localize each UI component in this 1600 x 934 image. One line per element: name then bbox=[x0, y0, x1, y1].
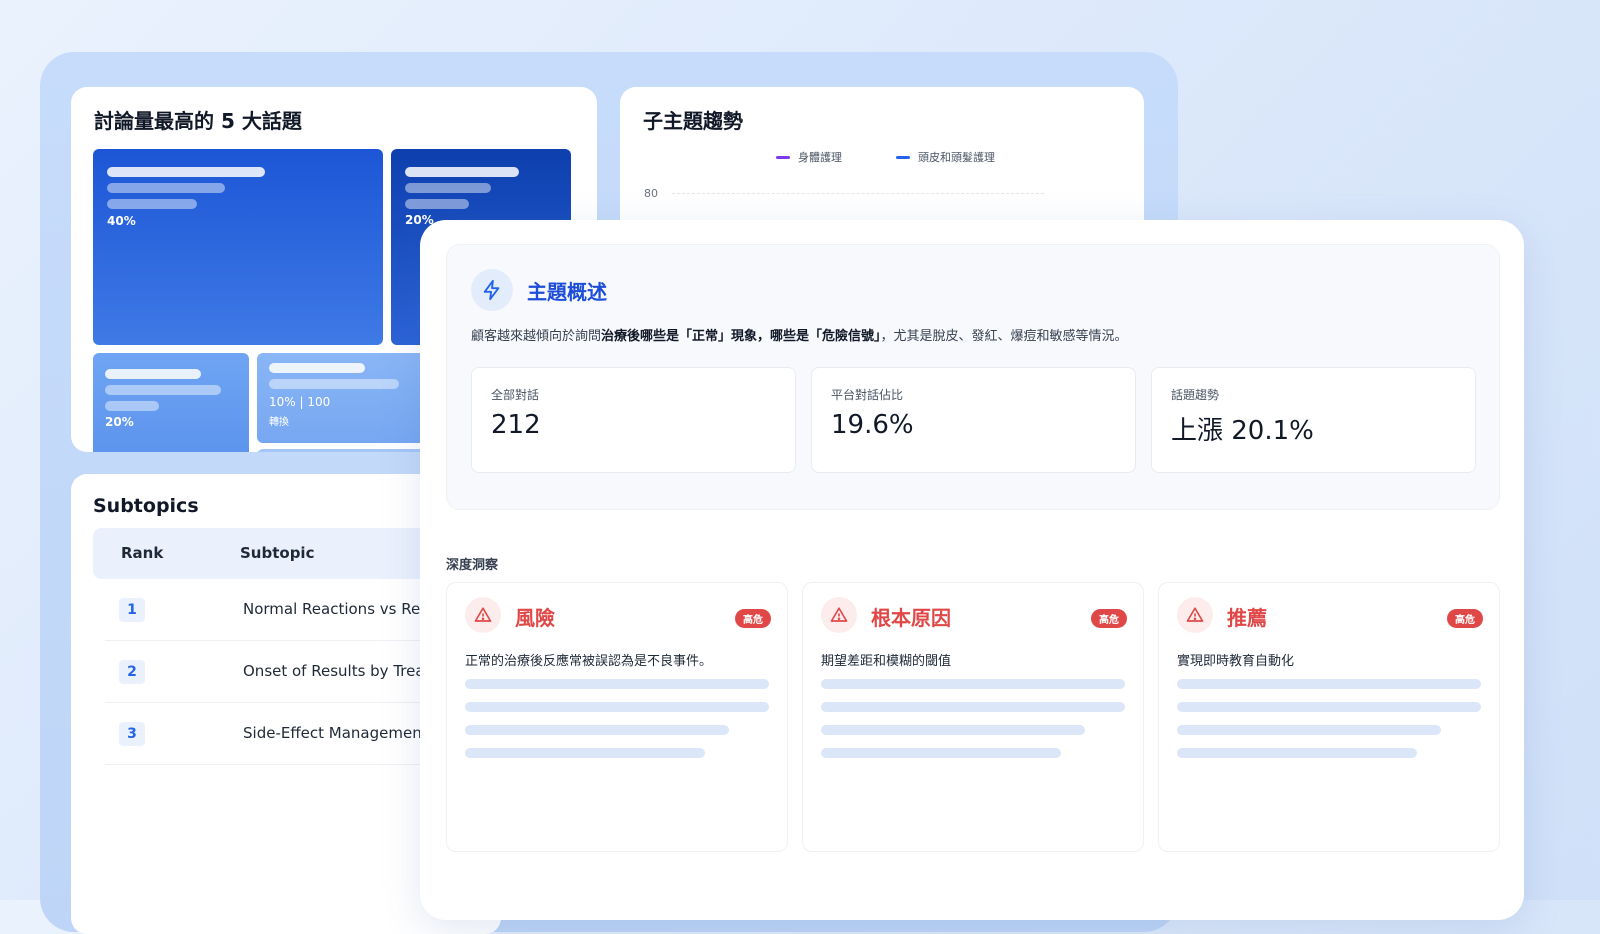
subtopic-name: Normal Reactions vs Rec bbox=[243, 600, 429, 618]
deep-insights-label: 深度洞察 bbox=[446, 558, 499, 573]
placeholder-bar bbox=[269, 379, 399, 389]
insight-text: 正常的治療後反應常被誤認為是不良事件。 bbox=[465, 654, 713, 669]
severity-badge: 高危 bbox=[1447, 609, 1483, 628]
topic-overview-card: 主題概述 顧客越來越傾向於詢問治療後哪些是「正常」現象，哪些是「危險信號」，尤其… bbox=[446, 244, 1500, 510]
legend-item[interactable]: 頭皮和頭髮護理 bbox=[896, 149, 995, 165]
insight-text: 期望差距和模糊的閾值 bbox=[821, 654, 952, 669]
legend-swatch bbox=[896, 155, 910, 159]
desc-text: 顧客越來越傾向於詢問 bbox=[471, 329, 602, 344]
placeholder-bar bbox=[107, 183, 225, 193]
insight-title: 根本原因 bbox=[871, 606, 951, 630]
placeholder-bar bbox=[465, 748, 705, 758]
placeholder-bar bbox=[1177, 679, 1481, 689]
gridline bbox=[672, 193, 1044, 194]
placeholder-bar bbox=[107, 199, 197, 209]
placeholder-bar bbox=[269, 363, 365, 373]
placeholder-bar bbox=[105, 401, 159, 411]
subtopic-name: Onset of Results by Trea bbox=[243, 662, 425, 680]
legend-label: 頭皮和頭髮護理 bbox=[918, 151, 995, 164]
topic-tile-1[interactable]: 40% bbox=[93, 149, 383, 345]
placeholder-bar bbox=[105, 369, 201, 379]
subtopic-name: Side-Effect Managemen bbox=[243, 724, 422, 742]
topic-tile-sub: 轉換 bbox=[269, 417, 289, 428]
placeholder-bar bbox=[821, 748, 1061, 758]
placeholder-bar bbox=[821, 702, 1125, 712]
insight-title: 推薦 bbox=[1227, 606, 1267, 630]
topic-detail-panel: 主題概述 顧客越來越傾向於詢問治療後哪些是「正常」現象，哪些是「危險信號」，尤其… bbox=[420, 220, 1524, 920]
topic-tile-percent: 10% | 100 bbox=[269, 395, 331, 409]
overview-title: 主題概述 bbox=[527, 280, 607, 304]
placeholder-bar bbox=[465, 702, 769, 712]
rank-badge: 2 bbox=[119, 660, 145, 684]
placeholder-bar bbox=[465, 725, 729, 735]
insight-text: 實現即時教育自動化 bbox=[1177, 654, 1295, 669]
legend-label: 身體護理 bbox=[798, 151, 842, 164]
stat-platform-share: 平台對話佔比 19.6% bbox=[811, 367, 1136, 473]
top-topics-title: 討論量最高的 5 大話題 bbox=[94, 109, 302, 133]
subtopics-title: Subtopics bbox=[93, 495, 199, 517]
header-rank: Rank bbox=[121, 544, 164, 562]
desc-bold: 治療後哪些是「正常」現象，哪些是「危險信號」 bbox=[601, 329, 881, 344]
topic-tile-3[interactable]: 20% bbox=[93, 353, 249, 452]
warning-icon bbox=[1177, 597, 1213, 633]
rank-badge: 3 bbox=[119, 722, 145, 746]
warning-icon bbox=[821, 597, 857, 633]
severity-badge: 高危 bbox=[735, 609, 771, 628]
placeholder-bar bbox=[405, 167, 519, 177]
lightning-icon bbox=[471, 269, 513, 311]
rank-badge: 1 bbox=[119, 598, 145, 622]
topic-tile-percent: 40% bbox=[107, 214, 136, 228]
placeholder-bar bbox=[105, 385, 221, 395]
legend-swatch bbox=[776, 155, 790, 159]
insight-card-root-cause[interactable]: 根本原因 高危 期望差距和模糊的閾值 bbox=[802, 582, 1144, 852]
legend-item[interactable]: 身體護理 bbox=[776, 149, 842, 165]
stat-value: 19.6% bbox=[831, 410, 914, 440]
placeholder-bar bbox=[821, 725, 1085, 735]
insight-card-risk[interactable]: 風險 高危 正常的治療後反應常被誤認為是不良事件。 bbox=[446, 582, 788, 852]
placeholder-bar bbox=[1177, 725, 1441, 735]
placeholder-bar bbox=[405, 183, 491, 193]
y-axis-tick: 80 bbox=[644, 187, 658, 200]
topic-tile-percent: 20% bbox=[105, 415, 134, 429]
warning-icon bbox=[465, 597, 501, 633]
placeholder-bar bbox=[1177, 702, 1481, 712]
placeholder-bar bbox=[821, 679, 1125, 689]
stat-topic-trend: 話題趨勢 上漲 20.1% bbox=[1151, 367, 1476, 473]
stat-label: 話題趨勢 bbox=[1171, 388, 1220, 402]
desc-text: ，尤其是脫皮、發紅、爆痘和敏感等情況。 bbox=[880, 329, 1128, 344]
placeholder-bar bbox=[465, 679, 769, 689]
placeholder-bar bbox=[405, 199, 469, 209]
stat-value: 上漲 20.1% bbox=[1171, 416, 1314, 446]
severity-badge: 高危 bbox=[1091, 609, 1127, 628]
insight-card-recommendation[interactable]: 推薦 高危 實現即時教育自動化 bbox=[1158, 582, 1500, 852]
insight-title: 風險 bbox=[515, 606, 555, 630]
placeholder-bar bbox=[1177, 748, 1417, 758]
stat-label: 平台對話佔比 bbox=[831, 388, 904, 402]
header-subtopic: Subtopic bbox=[240, 544, 315, 562]
stat-total-conversations: 全部對話 212 bbox=[471, 367, 796, 473]
stat-value: 212 bbox=[491, 410, 541, 440]
stat-label: 全部對話 bbox=[491, 388, 540, 402]
overview-description: 顧客越來越傾向於詢問治療後哪些是「正常」現象，哪些是「危險信號」，尤其是脫皮、發… bbox=[471, 325, 1128, 344]
placeholder-bar bbox=[107, 167, 265, 177]
trend-title: 子主題趨勢 bbox=[643, 109, 743, 133]
